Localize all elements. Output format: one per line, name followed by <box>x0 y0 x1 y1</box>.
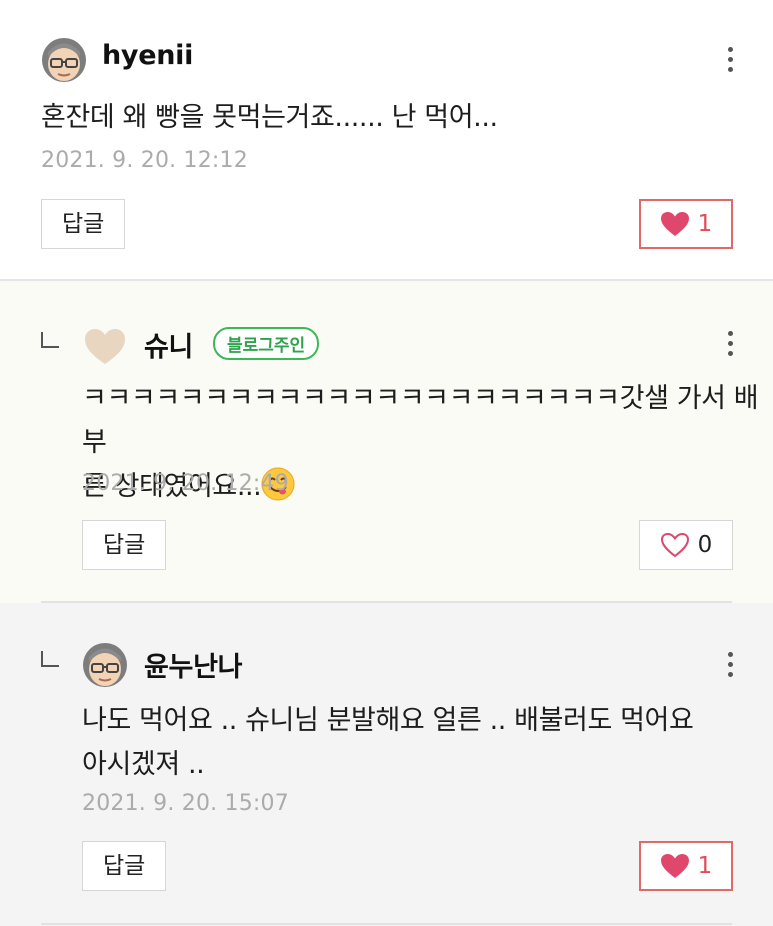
comment-date: 2021. 9. 20. 15:07 <box>82 791 289 816</box>
comment-text-line: ㅋㅋㅋㅋㅋㅋㅋㅋㅋㅋㅋㅋㅋㅋㅋㅋㅋㅋㅋㅋㅋㅋ갓샐 가서 배부 <box>82 383 759 458</box>
comment-text: 나도 먹어요 .. 슈니님 분발해요 얼른 .. 배불러도 먹어요 아시겠져 .… <box>82 699 694 787</box>
reply-indicator-icon <box>41 651 59 667</box>
reply-button[interactable]: 답글 <box>82 841 167 891</box>
like-button[interactable]: 1 <box>639 199 733 249</box>
comment-reply-item: 슈니 블로그주인 ㅋㅋㅋㅋㅋㅋㅋㅋㅋㅋㅋㅋㅋㅋㅋㅋㅋㅋㅋㅋㅋㅋ갓샐 가서 배부 … <box>0 281 773 603</box>
comment-text-line: 나도 먹어요 .. 슈니님 분발해요 얼른 .. 배불러도 먹어요 <box>82 705 694 736</box>
like-count: 0 <box>697 532 713 558</box>
comment-text: 혼잔데 왜 빵을 못먹는거죠...... 난 먹어... <box>41 96 498 140</box>
heart-filled-icon <box>660 854 689 878</box>
more-options-icon[interactable] <box>725 47 735 77</box>
reply-indicator-icon <box>41 332 59 348</box>
comment-item: hyenii 혼잔데 왜 빵을 못먹는거죠...... 난 먹어... 2021… <box>0 0 773 281</box>
like-count: 1 <box>697 211 713 237</box>
comment-text-line: 아시겠져 .. <box>82 749 205 780</box>
blog-owner-badge: 블로그주인 <box>213 327 320 360</box>
heart-avatar-icon[interactable] <box>82 323 128 369</box>
like-button[interactable]: 1 <box>639 841 733 891</box>
heart-outline-icon <box>660 532 689 558</box>
comment-date: 2021. 9. 20. 12:12 <box>41 148 248 173</box>
comment-text-line: 혼잔데 왜 빵을 못먹는거죠...... 난 먹어... <box>41 102 498 133</box>
comment-author[interactable]: 슈니 <box>144 325 193 364</box>
elder-avatar-icon[interactable] <box>41 37 87 83</box>
heart-filled-icon <box>660 212 689 236</box>
like-button[interactable]: 0 <box>639 520 733 570</box>
more-options-icon[interactable] <box>725 652 735 682</box>
comment-divider <box>41 923 732 925</box>
like-count: 1 <box>697 853 713 879</box>
comment-author[interactable]: hyenii <box>102 40 193 71</box>
comment-author[interactable]: 윤누난나 <box>144 645 242 684</box>
comment-date: 2021. 9. 20. 12:49 <box>82 471 289 496</box>
comment-reply-item: 윤누난나 나도 먹어요 .. 슈니님 분발해요 얼른 .. 배불러도 먹어요 아… <box>0 603 773 926</box>
reply-button[interactable]: 답글 <box>82 520 167 570</box>
more-options-icon[interactable] <box>725 331 735 361</box>
reply-button[interactable]: 답글 <box>41 199 126 249</box>
elder-avatar-icon[interactable] <box>82 642 128 688</box>
